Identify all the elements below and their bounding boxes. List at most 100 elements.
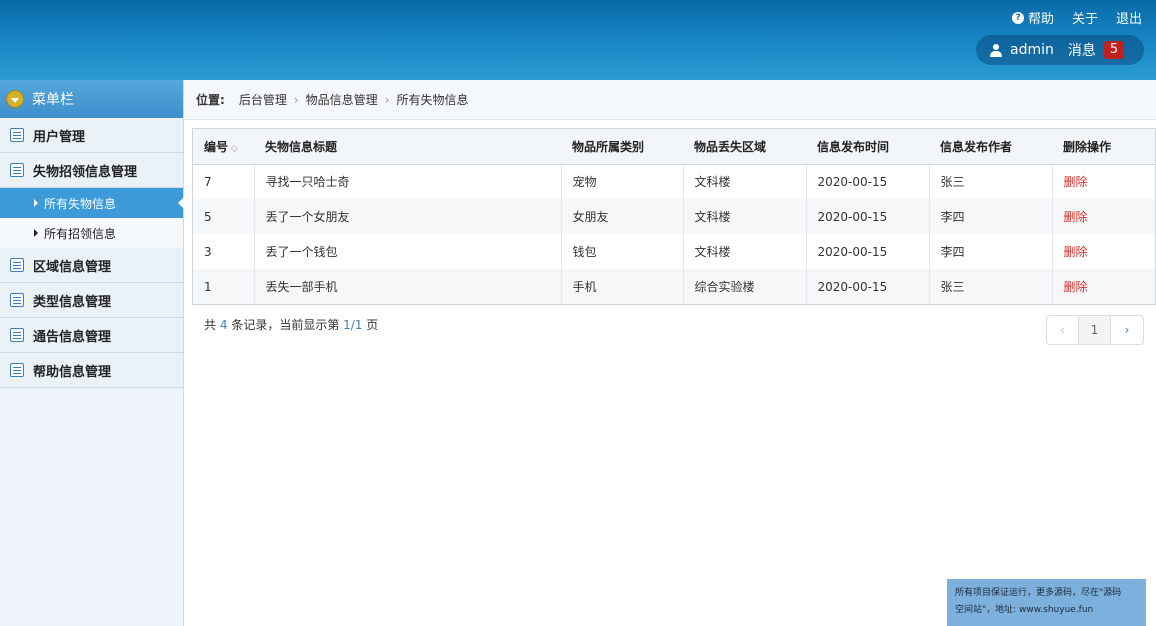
sidebar-subitem-all-lost[interactable]: 所有失物信息 [0,188,184,218]
sidebar-item-user-management[interactable]: 用户管理 [0,118,183,153]
chevron-right-icon[interactable]: › [1111,316,1143,344]
watermark-line: 所有项目保证运行，更多源码，尽在"源码 [955,588,1122,598]
list-icon [10,258,24,272]
breadcrumb: 位置: 后台管理 › 物品信息管理 › 所有失物信息 [184,80,1156,120]
chevron-right-icon: › [293,92,299,107]
sidebar-item-label: 区域信息管理 [33,259,112,275]
logout-link[interactable]: 退出 [1116,8,1142,27]
sidebar-subitem-label: 所有失物信息 [44,196,117,211]
cell-action: 删除 [1051,164,1155,199]
sidebar-item-label: 失物招领信息管理 [33,164,138,180]
breadcrumb-item[interactable]: 后台管理 [239,91,287,108]
sidebar-item-label: 用户管理 [33,129,86,145]
chevron-down-icon[interactable] [6,90,24,108]
help-icon: ? [1011,11,1024,24]
cell-title: 丢失一部手机 [253,269,561,304]
menu-header[interactable]: 菜单栏 [0,80,183,118]
caret-right-icon [34,199,38,207]
pagination-controls: ‹ 1 › [1046,315,1144,345]
messages-link[interactable]: 消息 [1068,40,1096,60]
sidebar-subitem-label: 所有招领信息 [44,226,117,241]
sidebar-item-area-management[interactable]: 区域信息管理 [0,248,183,283]
column-header-id[interactable]: 编号 ◇ [193,129,254,165]
list-icon [10,328,24,342]
cell-area: 综合实验楼 [682,269,806,304]
menu-title: 菜单栏 [32,92,74,108]
cell-category: 宠物 [560,164,683,199]
breadcrumb-item[interactable]: 物品信息管理 [306,91,378,108]
cell-category: 钱包 [560,234,683,269]
sidebar-item-help-management[interactable]: 帮助信息管理 [0,353,183,388]
cell-area: 文科楼 [682,164,806,199]
table-row: 7 寻找一只哈士奇 宠物 文科楼 2020-00-15 张三 删除 [193,164,1155,199]
table-row: 5 丢了一个女朋友 女朋友 文科楼 2020-00-15 李四 删除 [193,199,1155,234]
pagination-prefix: 共 [204,318,217,332]
delete-link[interactable]: 删除 [1064,280,1088,294]
cell-category: 手机 [560,269,683,304]
sidebar-item-label: 类型信息管理 [33,294,112,310]
user-icon [990,43,1002,57]
table-row: 1 丢失一部手机 手机 综合实验楼 2020-00-15 张三 删除 [193,269,1155,304]
cell-author: 李四 [928,234,1052,269]
sidebar: 菜单栏 用户管理 失物招领信息管理 所有失物信息 所有招领信息 区域信息管理 类… [0,80,184,626]
lost-items-table: 编号 ◇ 失物信息标题 物品所属类别 物品丢失区域 信息发布时间 信息发布作者 删… [192,128,1156,305]
breadcrumb-label: 位置: [196,93,225,107]
sidebar-item-type-management[interactable]: 类型信息管理 [0,283,183,318]
top-links: ? 帮助 关于 退出 [1011,8,1142,27]
cell-area: 文科楼 [682,234,806,269]
page-info: 1/1 [343,318,363,332]
sidebar-item-notice-management[interactable]: 通告信息管理 [0,318,183,353]
chevron-right-icon: › [384,92,390,107]
page-button-current[interactable]: 1 [1079,316,1111,344]
column-header-action: 删除操作 [1052,129,1155,165]
delete-link[interactable]: 删除 [1064,210,1088,224]
chevron-left-icon[interactable]: ‹ [1047,316,1079,344]
cell-author: 张三 [928,164,1052,199]
cell-action: 删除 [1051,269,1155,304]
cell-time: 2020-00-15 [805,269,929,304]
breadcrumb-item-current: 所有失物信息 [396,93,469,107]
table-header-row: 编号 ◇ 失物信息标题 物品所属类别 物品丢失区域 信息发布时间 信息发布作者 删… [193,129,1155,165]
cell-category: 女朋友 [560,199,683,234]
username[interactable]: admin [1010,42,1054,58]
cell-id: 7 [204,174,212,189]
help-link[interactable]: ? 帮助 [1011,8,1054,27]
cell-action: 删除 [1051,234,1155,269]
delete-link[interactable]: 删除 [1064,175,1088,189]
about-link[interactable]: 关于 [1072,8,1098,27]
sidebar-item-label: 通告信息管理 [33,329,112,345]
cell-author: 李四 [928,199,1052,234]
list-icon [10,128,24,142]
message-count-badge[interactable]: 5 [1103,41,1125,59]
cell-title: 丢了一个女朋友 [253,199,561,234]
sidebar-item-label: 帮助信息管理 [33,364,112,380]
column-header-area: 物品丢失区域 [683,129,806,165]
sidebar-item-lost-found-management[interactable]: 失物招领信息管理 [0,153,183,188]
cell-id: 5 [204,209,212,224]
column-header-title: 失物信息标题 [254,129,561,165]
column-header-time: 信息发布时间 [806,129,929,165]
column-header-author: 信息发布作者 [929,129,1052,165]
help-label: 帮助 [1027,12,1054,27]
watermark-line: 空间站"，地址: www.shuyue.fun [955,605,1094,615]
cell-author: 张三 [928,269,1052,304]
pagination-summary: 共 4 条记录，当前显示第 1/1 页 [204,316,378,333]
cell-id: 1 [204,279,212,294]
cell-time: 2020-00-15 [805,164,929,199]
sidebar-subitem-all-found[interactable]: 所有招领信息 [0,218,183,248]
sort-icon: ◇ [231,143,238,154]
cell-id: 3 [204,244,212,259]
delete-link[interactable]: 删除 [1064,245,1088,259]
column-header-category: 物品所属类别 [561,129,683,165]
caret-right-icon [34,229,38,237]
cell-title: 寻找一只哈士奇 [253,164,561,199]
pagination-suffix: 页 [366,318,379,332]
list-icon [10,363,24,377]
cell-title: 丢了一个钱包 [253,234,561,269]
pagination-middle: 条记录，当前显示第 [231,318,340,332]
user-panel: admin 消息 5 [976,35,1144,65]
list-icon [10,163,24,177]
record-total: 4 [219,318,228,332]
list-icon [10,293,24,307]
top-header: ? 帮助 关于 退出 admin 消息 5 [0,0,1156,80]
